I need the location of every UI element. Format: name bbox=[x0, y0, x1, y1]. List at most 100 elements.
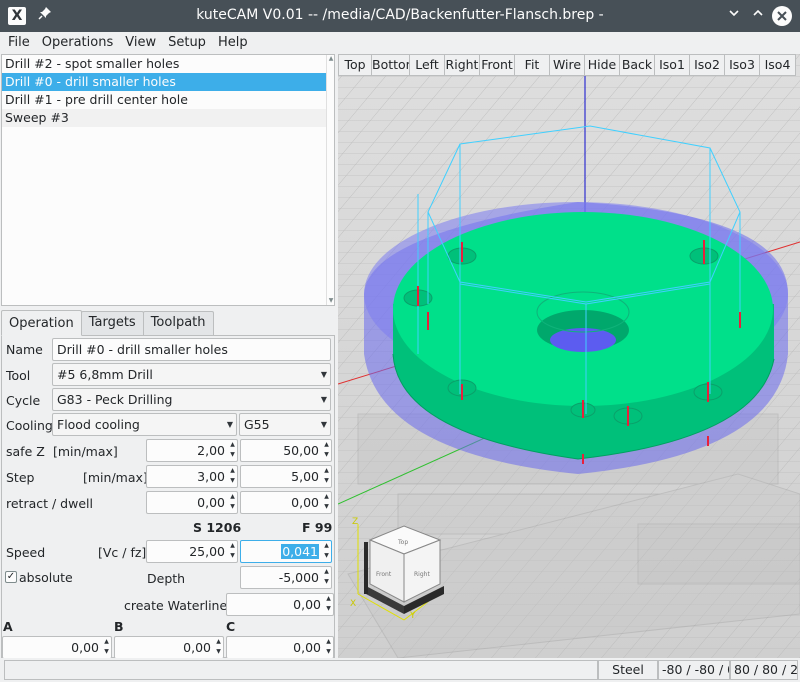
menu-help[interactable]: Help bbox=[210, 32, 252, 54]
cooling-select[interactable]: Flood cooling ▼ bbox=[52, 413, 237, 436]
view-iso1-button[interactable]: Iso1 bbox=[654, 54, 690, 76]
dwell-spinbox[interactable]: 0,00 ▲ ▼ bbox=[240, 491, 332, 514]
a-axis-value: 0,00 bbox=[71, 640, 99, 655]
speed-label: Speed bbox=[6, 545, 46, 560]
spin-arrows-icon[interactable]: ▲ ▼ bbox=[324, 637, 333, 658]
menu-setup[interactable]: Setup bbox=[160, 32, 210, 54]
view-top-button[interactable]: Top bbox=[338, 54, 372, 76]
tab-toolpath[interactable]: Toolpath bbox=[142, 311, 214, 335]
safez-min-value: 2,00 bbox=[197, 443, 225, 458]
spin-arrows-icon[interactable]: ▲ ▼ bbox=[228, 440, 237, 461]
operation-item[interactable]: Drill #1 - pre drill center hole bbox=[2, 91, 334, 109]
speed-vc-spinbox[interactable]: 25,00 ▲ ▼ bbox=[146, 540, 238, 563]
spin-arrows-icon[interactable]: ▲ ▼ bbox=[322, 466, 331, 487]
operation-item[interactable]: Sweep #3 bbox=[2, 109, 334, 127]
cycle-label: Cycle bbox=[6, 393, 41, 408]
tab-targets[interactable]: Targets bbox=[80, 311, 144, 335]
waterline-label: create Waterline bbox=[124, 598, 228, 613]
depth-spinbox[interactable]: -5,000 ▲ ▼ bbox=[240, 566, 332, 589]
spin-arrows-icon[interactable]: ▲ ▼ bbox=[228, 492, 237, 513]
menu-view[interactable]: View bbox=[117, 32, 160, 54]
c-axis-spinbox[interactable]: 0,00 ▲ ▼ bbox=[226, 636, 334, 659]
step-max-spinbox[interactable]: 5,00 ▲ ▼ bbox=[240, 465, 332, 488]
step-unit: [min/max] bbox=[83, 470, 148, 485]
view-iso3-button[interactable]: Iso3 bbox=[724, 54, 760, 76]
retract-value: 0,00 bbox=[197, 495, 225, 510]
view-hide-button[interactable]: Hide bbox=[584, 54, 620, 76]
view-iso4-button[interactable]: Iso4 bbox=[759, 54, 796, 76]
status-material: Steel bbox=[598, 660, 658, 680]
spin-arrows-icon[interactable]: ▲ ▼ bbox=[322, 440, 331, 461]
view-bottom-button[interactable]: Bottom bbox=[371, 54, 410, 76]
spin-arrows-icon[interactable]: ▲ ▼ bbox=[102, 637, 111, 658]
status-bar: Steel -80 / -80 / 0 80 / 80 / 20 bbox=[0, 658, 800, 682]
spin-arrows-icon[interactable]: ▲ ▼ bbox=[228, 466, 237, 487]
c-axis-label: C bbox=[226, 619, 236, 634]
b-axis-label: B bbox=[114, 619, 124, 634]
cube-right-label: Right bbox=[414, 571, 430, 578]
scroll-up-icon[interactable]: ▲ bbox=[327, 55, 334, 63]
spin-arrows-icon[interactable]: ▲ ▼ bbox=[322, 492, 331, 513]
scroll-down-icon[interactable]: ▼ bbox=[327, 297, 334, 305]
operation-item-selected[interactable]: Drill #0 - drill smaller holes bbox=[2, 73, 334, 91]
3d-scene[interactable]: Z Y X Top Front Right bbox=[338, 54, 800, 658]
work-offset-select[interactable]: G55 ▼ bbox=[239, 413, 331, 436]
spin-arrows-icon[interactable]: ▲ ▼ bbox=[322, 567, 331, 588]
safez-max-spinbox[interactable]: 50,00 ▲ ▼ bbox=[240, 439, 332, 462]
a-axis-label: A bbox=[3, 619, 13, 634]
window-titlebar: X kuteCAM V0.01 -- /media/CAD/Backenfutt… bbox=[0, 0, 800, 32]
chevron-down-icon: ▼ bbox=[320, 370, 327, 379]
close-button[interactable] bbox=[772, 6, 792, 26]
axis-y-label: Y bbox=[409, 611, 416, 621]
cycle-select[interactable]: G83 - Peck Drilling ▼ bbox=[52, 388, 331, 411]
depth-label: Depth bbox=[147, 571, 186, 586]
status-coords-max: 80 / 80 / 20 bbox=[730, 660, 798, 680]
work-offset-value: G55 bbox=[244, 417, 270, 432]
step-label: Step bbox=[6, 470, 35, 485]
b-axis-spinbox[interactable]: 0,00 ▲ ▼ bbox=[114, 636, 224, 659]
retract-spinbox[interactable]: 0,00 ▲ ▼ bbox=[146, 491, 238, 514]
feed-rate-readout: F 99 bbox=[302, 520, 333, 535]
spin-arrows-icon[interactable]: ▲ ▼ bbox=[214, 637, 223, 658]
menu-operations[interactable]: Operations bbox=[34, 32, 117, 54]
status-coords-min: -80 / -80 / 0 bbox=[658, 660, 730, 680]
view-fit-button[interactable]: Fit bbox=[514, 54, 550, 76]
tab-operation[interactable]: Operation bbox=[1, 310, 82, 336]
minimize-button[interactable] bbox=[724, 6, 744, 26]
speed-vc-value: 25,00 bbox=[189, 544, 225, 559]
spin-arrows-icon[interactable]: ▲ ▼ bbox=[228, 541, 237, 562]
spin-arrows-icon[interactable]: ▲ ▼ bbox=[324, 594, 333, 615]
menu-bar: File Operations View Setup Help bbox=[0, 32, 800, 54]
name-field[interactable]: Drill #0 - drill smaller holes bbox=[52, 338, 331, 361]
axis-x-label: X bbox=[350, 599, 356, 609]
operation-item[interactable]: Drill #2 - spot smaller holes bbox=[2, 55, 334, 73]
step-min-spinbox[interactable]: 3,00 ▲ ▼ bbox=[146, 465, 238, 488]
waterline-value: 0,00 bbox=[293, 597, 321, 612]
safez-label: safe Z bbox=[6, 444, 45, 459]
view-right-button[interactable]: Right bbox=[444, 54, 480, 76]
safez-max-value: 50,00 bbox=[283, 443, 319, 458]
list-scrollbar[interactable]: ▲ ▼ bbox=[326, 55, 334, 305]
absolute-checkbox[interactable]: ✓ bbox=[5, 571, 17, 583]
menu-file[interactable]: File bbox=[0, 32, 34, 54]
safez-min-spinbox[interactable]: 2,00 ▲ ▼ bbox=[146, 439, 238, 462]
view-left-button[interactable]: Left bbox=[409, 54, 445, 76]
view-iso2-button[interactable]: Iso2 bbox=[689, 54, 725, 76]
a-axis-spinbox[interactable]: 0,00 ▲ ▼ bbox=[2, 636, 112, 659]
view-wire-button[interactable]: Wire bbox=[549, 54, 585, 76]
b-axis-value: 0,00 bbox=[183, 640, 211, 655]
chevron-up-icon bbox=[753, 9, 763, 16]
3d-viewport[interactable]: Z Y X Top Front Right bbox=[338, 54, 800, 658]
spin-arrows-icon[interactable]: ▲ ▼ bbox=[322, 541, 331, 562]
maximize-button[interactable] bbox=[748, 6, 768, 26]
tool-label: Tool bbox=[6, 368, 31, 383]
chevron-down-icon: ▼ bbox=[320, 420, 327, 429]
view-front-button[interactable]: Front bbox=[479, 54, 515, 76]
waterline-spinbox[interactable]: 0,00 ▲ ▼ bbox=[226, 593, 334, 616]
cube-front-label: Front bbox=[376, 571, 392, 578]
speed-fz-value: 0,041 bbox=[281, 544, 319, 559]
tool-select[interactable]: #5 6,8mm Drill ▼ bbox=[52, 363, 331, 386]
operation-list[interactable]: Drill #2 - spot smaller holes Drill #0 -… bbox=[1, 54, 335, 306]
speed-fz-spinbox[interactable]: 0,041 ▲ ▼ bbox=[240, 540, 332, 563]
view-back-button[interactable]: Back bbox=[619, 54, 655, 76]
